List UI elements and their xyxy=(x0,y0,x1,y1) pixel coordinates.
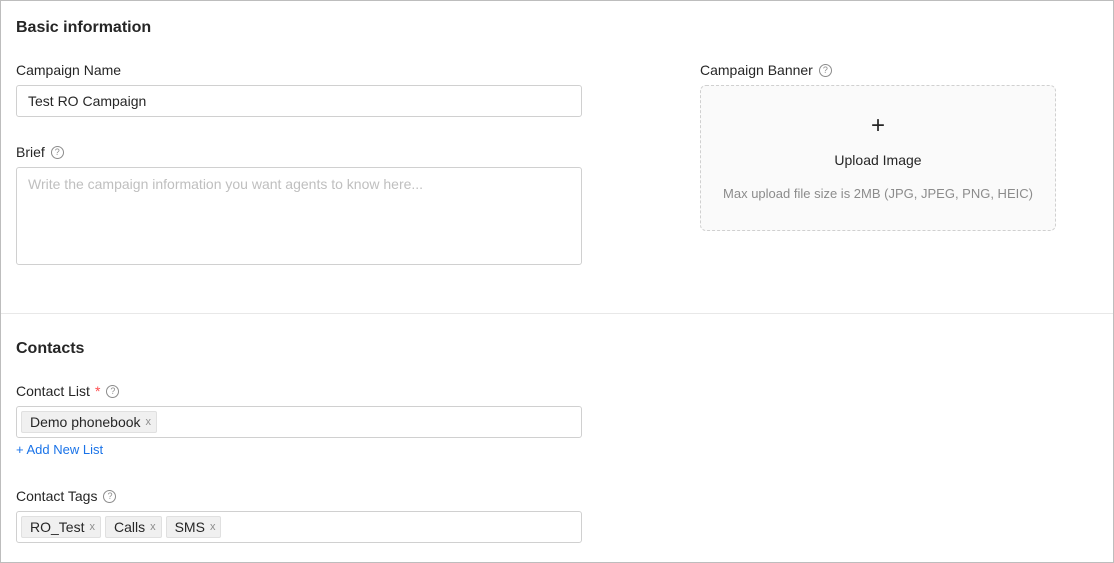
brief-textarea[interactable]: Write the campaign information you want … xyxy=(16,167,582,265)
required-mark: * xyxy=(94,383,101,399)
contact-list-label: Contact List * ? xyxy=(16,383,120,399)
tag-label: RO_Test xyxy=(30,519,85,535)
contact-tags-label: Contact Tags ? xyxy=(16,488,117,504)
contact-list-label-text: Contact List xyxy=(16,383,90,399)
close-icon[interactable]: x xyxy=(146,416,152,428)
close-icon[interactable]: x xyxy=(150,521,156,533)
upload-image-title: Upload Image xyxy=(834,152,922,168)
section-divider xyxy=(1,313,1113,314)
contact-tags-select[interactable]: RO_Test x Calls x SMS x xyxy=(16,511,582,543)
campaign-name-label-text: Campaign Name xyxy=(16,62,122,78)
brief-placeholder: Write the campaign information you want … xyxy=(28,176,424,192)
help-icon[interactable]: ? xyxy=(818,63,832,77)
contact-tag: Calls x xyxy=(104,516,162,538)
brief-label-text: Brief xyxy=(16,144,45,160)
upload-image-hint: Max upload file size is 2MB (JPG, JPEG, … xyxy=(723,186,1033,201)
contact-list-select[interactable]: Demo phonebook x xyxy=(16,406,582,438)
plus-icon: + xyxy=(870,112,885,139)
campaign-banner-label-text: Campaign Banner xyxy=(700,62,813,78)
campaign-name-value: Test RO Campaign xyxy=(28,93,147,109)
help-icon[interactable]: ? xyxy=(103,489,117,503)
close-icon[interactable]: x xyxy=(210,521,216,533)
campaign-form: Basic information Campaign Name Test RO … xyxy=(0,0,1114,563)
section-title-basic-information: Basic information xyxy=(16,19,152,36)
contact-list-tag: Demo phonebook x xyxy=(21,411,158,433)
brief-label: Brief ? xyxy=(16,144,64,160)
upload-image-dropzone[interactable]: + Upload Image Max upload file size is 2… xyxy=(700,85,1056,231)
section-title-contacts: Contacts xyxy=(16,340,85,357)
campaign-name-input[interactable]: Test RO Campaign xyxy=(16,85,582,117)
tag-label: Demo phonebook xyxy=(30,414,141,430)
close-icon[interactable]: x xyxy=(89,521,95,533)
contact-tags-label-text: Contact Tags xyxy=(16,488,98,504)
help-icon[interactable]: ? xyxy=(50,145,64,159)
contact-tag: RO_Test x xyxy=(21,516,101,538)
campaign-name-label: Campaign Name xyxy=(16,62,121,78)
add-new-list-link[interactable]: + Add New List xyxy=(16,442,103,457)
campaign-banner-label: Campaign Banner ? xyxy=(700,62,832,78)
help-icon[interactable]: ? xyxy=(106,384,120,398)
contact-tag: SMS x xyxy=(165,516,222,538)
tag-label: SMS xyxy=(174,519,205,535)
tag-label: Calls xyxy=(113,519,146,535)
